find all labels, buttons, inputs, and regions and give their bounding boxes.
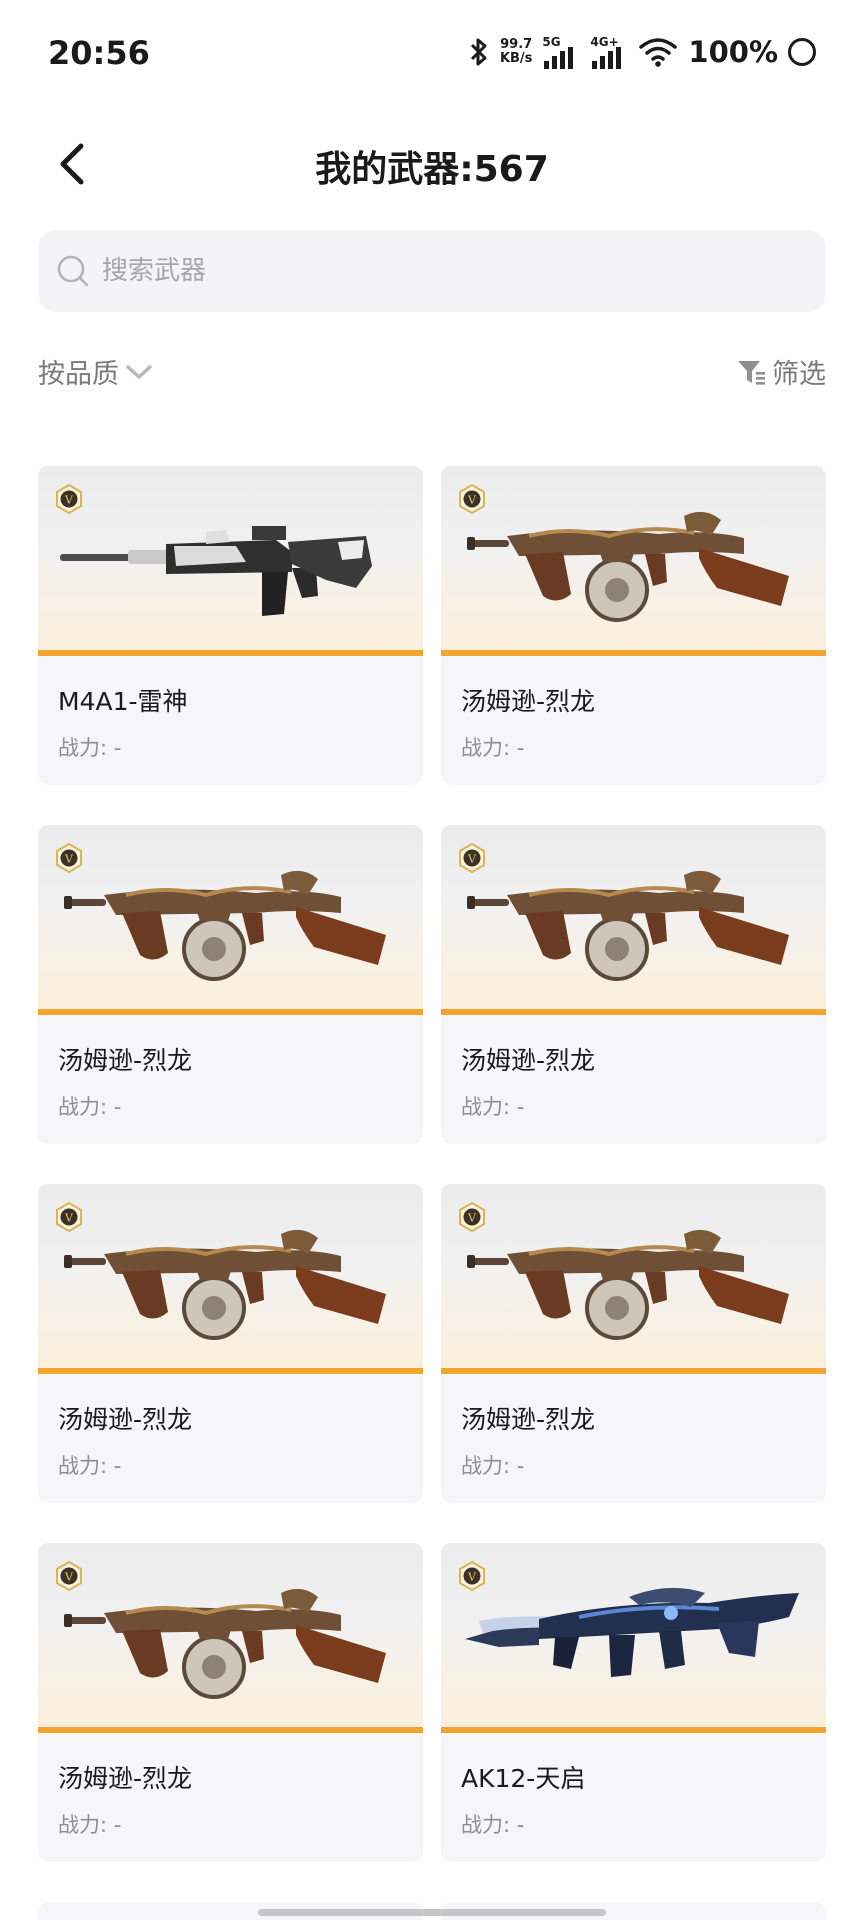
weapon-image: V <box>441 466 826 656</box>
weapon-power: 战力: - <box>461 1095 525 1119</box>
weapon-card[interactable]: V 汤姆逊-烈龙战力: - <box>38 1543 423 1862</box>
filter-icon <box>738 360 765 385</box>
network-speed: 99.7 KB/s <box>500 38 532 66</box>
weapon-image: V <box>38 1543 423 1733</box>
smg-thompson-icon <box>64 1588 386 1699</box>
bluetooth-icon <box>468 36 490 68</box>
weapon-power: 战力: - <box>461 736 525 760</box>
smg-thompson-icon <box>467 511 789 622</box>
header: 我的武器:567 <box>0 120 864 210</box>
weapon-name: 汤姆逊-烈龙 <box>58 1046 193 1075</box>
cellular-signal-1-icon: 5G <box>542 35 580 69</box>
weapon-card[interactable]: V 汤姆逊-烈龙战力: - <box>441 1184 826 1503</box>
wifi-icon <box>638 36 678 68</box>
filter-button[interactable]: 筛选 <box>736 352 826 391</box>
weapon-power: 战力: - <box>461 1813 525 1837</box>
weapon-power: 战力: - <box>461 1454 525 1478</box>
status-bar: 20:56 99.7 KB/s 5G 4G+ 100% <box>0 0 864 104</box>
weapon-card[interactable]: V 汤姆逊-烈龙战力: - <box>441 466 826 785</box>
network-speed-unit: KB/s <box>499 51 533 66</box>
page-title: 我的武器:567 <box>315 149 549 190</box>
network-speed-value: 99.7 <box>500 37 533 52</box>
weapon-name: 汤姆逊-烈龙 <box>461 1046 596 1075</box>
weapon-name: 汤姆逊-烈龙 <box>461 1405 596 1434</box>
sort-label: 按品质 <box>38 359 119 390</box>
filter-label: 筛选 <box>772 359 826 390</box>
weapon-name: AK12-天启 <box>461 1764 586 1793</box>
weapon-power: 战力: - <box>58 1095 122 1119</box>
search-input[interactable] <box>102 256 782 286</box>
weapon-card[interactable]: V M4A1-雷神战力: - <box>38 466 423 785</box>
weapon-power: 战力: - <box>58 1813 122 1837</box>
weapon-name: 汤姆逊-烈龙 <box>58 1405 193 1434</box>
weapon-card[interactable]: V 汤姆逊-烈龙战力: - <box>38 1184 423 1503</box>
battery-percent: 100% <box>688 35 778 69</box>
search-icon <box>57 255 89 287</box>
weapon-image: V <box>441 1543 826 1733</box>
weapon-image: V <box>441 825 826 1015</box>
status-time: 20:56 <box>48 34 150 72</box>
rifle-ak12-icon <box>465 1587 799 1677</box>
cellular-signal-2-icon: 4G+ <box>590 35 628 69</box>
sort-by-quality-button[interactable]: 按品质 <box>38 352 153 391</box>
status-icons: 99.7 KB/s 5G 4G+ 100% <box>468 30 816 74</box>
weapon-image: V <box>38 466 423 656</box>
search-bar[interactable] <box>38 230 826 312</box>
smg-thompson-icon <box>64 1229 386 1340</box>
weapon-image: V <box>441 1184 826 1374</box>
weapon-image: V <box>38 825 423 1015</box>
weapon-name: 汤姆逊-烈龙 <box>461 687 596 716</box>
weapon-card[interactable]: V 汤姆逊-烈龙战力: - <box>38 825 423 1144</box>
smg-thompson-icon <box>64 870 386 981</box>
chevron-down-icon <box>126 364 152 379</box>
weapon-card[interactable]: V 汤姆逊-烈龙战力: - <box>441 825 826 1144</box>
weapon-grid: V M4A1-雷神 战力: - V 汤姆逊-烈龙 战力: - V 汤姆逊-烈龙 … <box>38 466 826 1920</box>
weapon-name: 汤姆逊-烈龙 <box>58 1764 193 1793</box>
weapon-power: 战力: - <box>58 1454 122 1478</box>
rifle-m4a1-icon <box>60 526 372 616</box>
smg-thompson-icon <box>467 1229 789 1340</box>
weapon-name: M4A1-雷神 <box>58 687 188 716</box>
battery-ring-icon <box>788 38 816 66</box>
weapon-power: 战力: - <box>58 736 122 760</box>
smg-thompson-icon <box>467 870 789 981</box>
home-indicator[interactable] <box>258 1909 606 1916</box>
weapon-image: V <box>38 1184 423 1374</box>
weapon-card[interactable]: V AK12-天启战力: - <box>441 1543 826 1862</box>
